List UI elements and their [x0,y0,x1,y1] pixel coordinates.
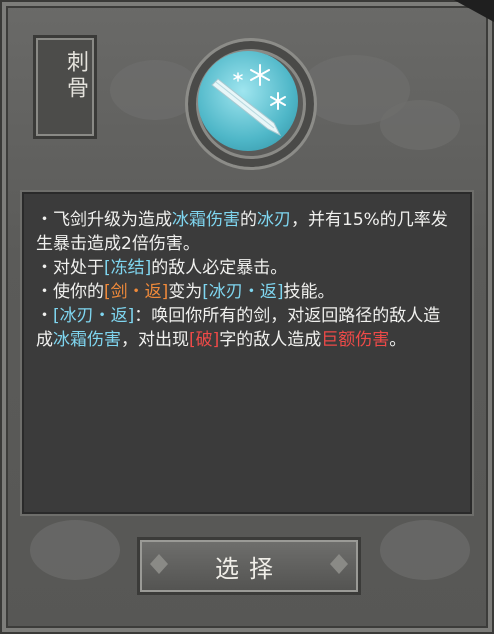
desc-line-3: ・使你的[剑・返]变为[冰刃・返]技能。 [36,280,456,304]
keyword-frost-damage: 冰霜伤害 [172,210,240,230]
ice-sword-icon [211,64,286,137]
corner-notch [454,0,494,22]
skill-title-plaque: 刺骨 [36,38,94,136]
keyword-frost-damage: 冰霜伤害 [53,330,121,350]
desc-text: 变为 [168,282,203,302]
desc-line-4: ・[冰刃・返]：唤回你所有的剑，对返回路径的敌人造成冰霜伤害，对出现[破]字的敌… [36,304,456,352]
keyword-massive-damage: 巨额伤害 [321,330,390,350]
desc-text: ・对处于 [36,258,104,278]
cloud-decoration [30,520,120,580]
cloud-decoration [380,520,470,580]
desc-text: 字的敌人造成 [219,330,322,350]
desc-text: ・ [36,306,53,326]
skill-title: 刺骨 [63,50,88,102]
skill-description: ・飞剑升级为造成冰霜伤害的冰刃，并有15%的几率发生暴击造成2倍伤害。 ・对处于… [36,208,456,352]
desc-text: ・飞剑升级为造成 [36,210,172,230]
button-ornament-right [330,554,348,574]
desc-line-1: ・飞剑升级为造成冰霜伤害的冰刃，并有15%的几率发生暴击造成2倍伤害。 [36,208,456,256]
keyword-break: [破] [189,330,220,350]
keyword-ice-blade-return: [冰刃・返] [202,282,284,302]
snowflake-icon [250,64,270,86]
select-button-label: 选择 [215,554,283,583]
keyword-frozen: [冻结] [104,258,152,278]
keyword-ice-blade: 冰刃 [257,210,291,230]
snowflake-icon [270,92,286,110]
cloud-decoration [380,100,460,150]
keyword-sword-return: [剑・返] [104,282,169,302]
keyword-ice-blade-return: [冰刃・返] [53,306,135,326]
skill-icon-medallion [198,51,298,151]
button-ornament-left [150,554,168,574]
desc-text: ，对出现 [121,330,189,350]
desc-text: 的 [240,210,257,230]
desc-text: 的敌人必定暴击。 [151,258,288,278]
select-button[interactable]: 选择 [140,540,358,592]
desc-text: ・使你的 [36,282,104,302]
desc-line-2: ・对处于[冻结]的敌人必定暴击。 [36,256,456,280]
skill-card-panel: 刺骨 ・飞剑升级为造成冰霜伤害的冰刃，并有15%的几率发生暴击造成2倍伤害。 ・… [0,0,494,634]
desc-text: 。 [389,330,407,350]
snowflake-icon [233,72,243,82]
skill-description-box: ・飞剑升级为造成冰霜伤害的冰刃，并有15%的几率发生暴击造成2倍伤害。 ・对处于… [22,192,472,514]
desc-text: 技能。 [283,282,335,302]
